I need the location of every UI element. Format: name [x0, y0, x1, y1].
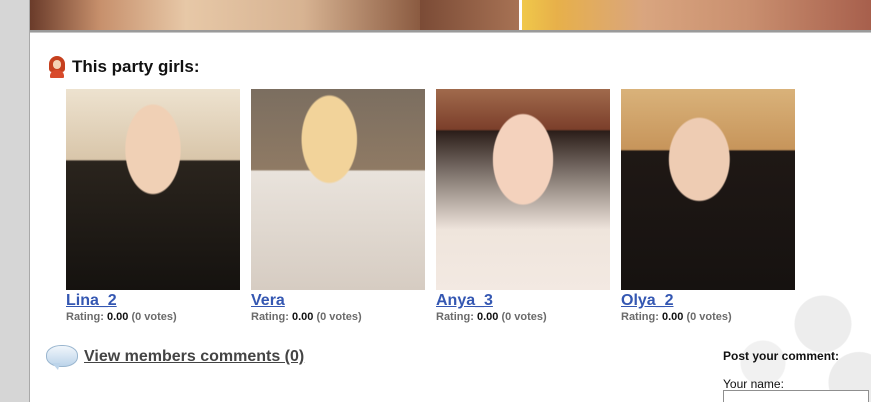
your-name-label: Your name: [723, 377, 784, 391]
rating-label: Rating: [251, 311, 289, 323]
content-panel: This party girls: Lina_2 Rating: 0.00 (0… [30, 0, 871, 402]
rating-line: Rating: 0.00 (0 votes) [251, 311, 425, 324]
girl-photo[interactable] [436, 89, 610, 290]
girl-photo[interactable] [66, 89, 240, 290]
girl-card: Lina_2 Rating: 0.00 (0 votes) [66, 89, 240, 324]
girl-photo[interactable] [621, 89, 795, 290]
view-comments-text[interactable]: View members comments (0) [84, 348, 304, 366]
girl-card: Anya_3 Rating: 0.00 (0 votes) [436, 89, 610, 324]
girl-icon [48, 56, 66, 78]
rating-value: 0.00 [106, 311, 129, 323]
girl-name-link[interactable]: Anya_3 [436, 291, 493, 311]
speech-bubble-icon [46, 345, 78, 370]
rating-votes: (0 votes) [316, 311, 362, 323]
rating-line: Rating: 0.00 (0 votes) [621, 311, 795, 324]
top-thumbnail[interactable] [30, 0, 420, 30]
top-thumbnail-strip [30, 0, 871, 32]
rating-line: Rating: 0.00 (0 votes) [66, 311, 240, 324]
girl-card: Olya_2 Rating: 0.00 (0 votes) [621, 89, 795, 324]
rating-line: Rating: 0.00 (0 votes) [436, 311, 610, 324]
rating-label: Rating: [436, 311, 474, 323]
post-comment-title: Post your comment: [723, 349, 840, 363]
rating-label: Rating: [66, 311, 104, 323]
rating-votes: (0 votes) [501, 311, 547, 323]
rating-votes: (0 votes) [686, 311, 732, 323]
left-rail [0, 0, 30, 402]
rating-label: Rating: [621, 311, 659, 323]
rating-value: 0.00 [661, 311, 684, 323]
your-name-input[interactable] [723, 390, 869, 402]
post-comment-form: Post your comment: Your name: [723, 349, 871, 402]
girl-photo[interactable] [251, 89, 425, 290]
girl-name-link[interactable]: Lina_2 [66, 291, 117, 311]
separator [30, 32, 871, 33]
rating-value: 0.00 [476, 311, 499, 323]
top-thumbnail[interactable] [522, 0, 871, 30]
girl-name-link[interactable]: Olya_2 [621, 291, 673, 311]
section-heading: This party girls: [48, 56, 200, 78]
girl-name-link[interactable]: Vera [251, 291, 285, 311]
top-thumbnail[interactable] [420, 0, 519, 30]
section-title-text: This party girls: [72, 57, 200, 76]
view-comments-link[interactable]: View members comments (0) [46, 345, 304, 370]
rating-votes: (0 votes) [131, 311, 177, 323]
rating-value: 0.00 [291, 311, 314, 323]
girl-card: Vera Rating: 0.00 (0 votes) [251, 89, 425, 324]
